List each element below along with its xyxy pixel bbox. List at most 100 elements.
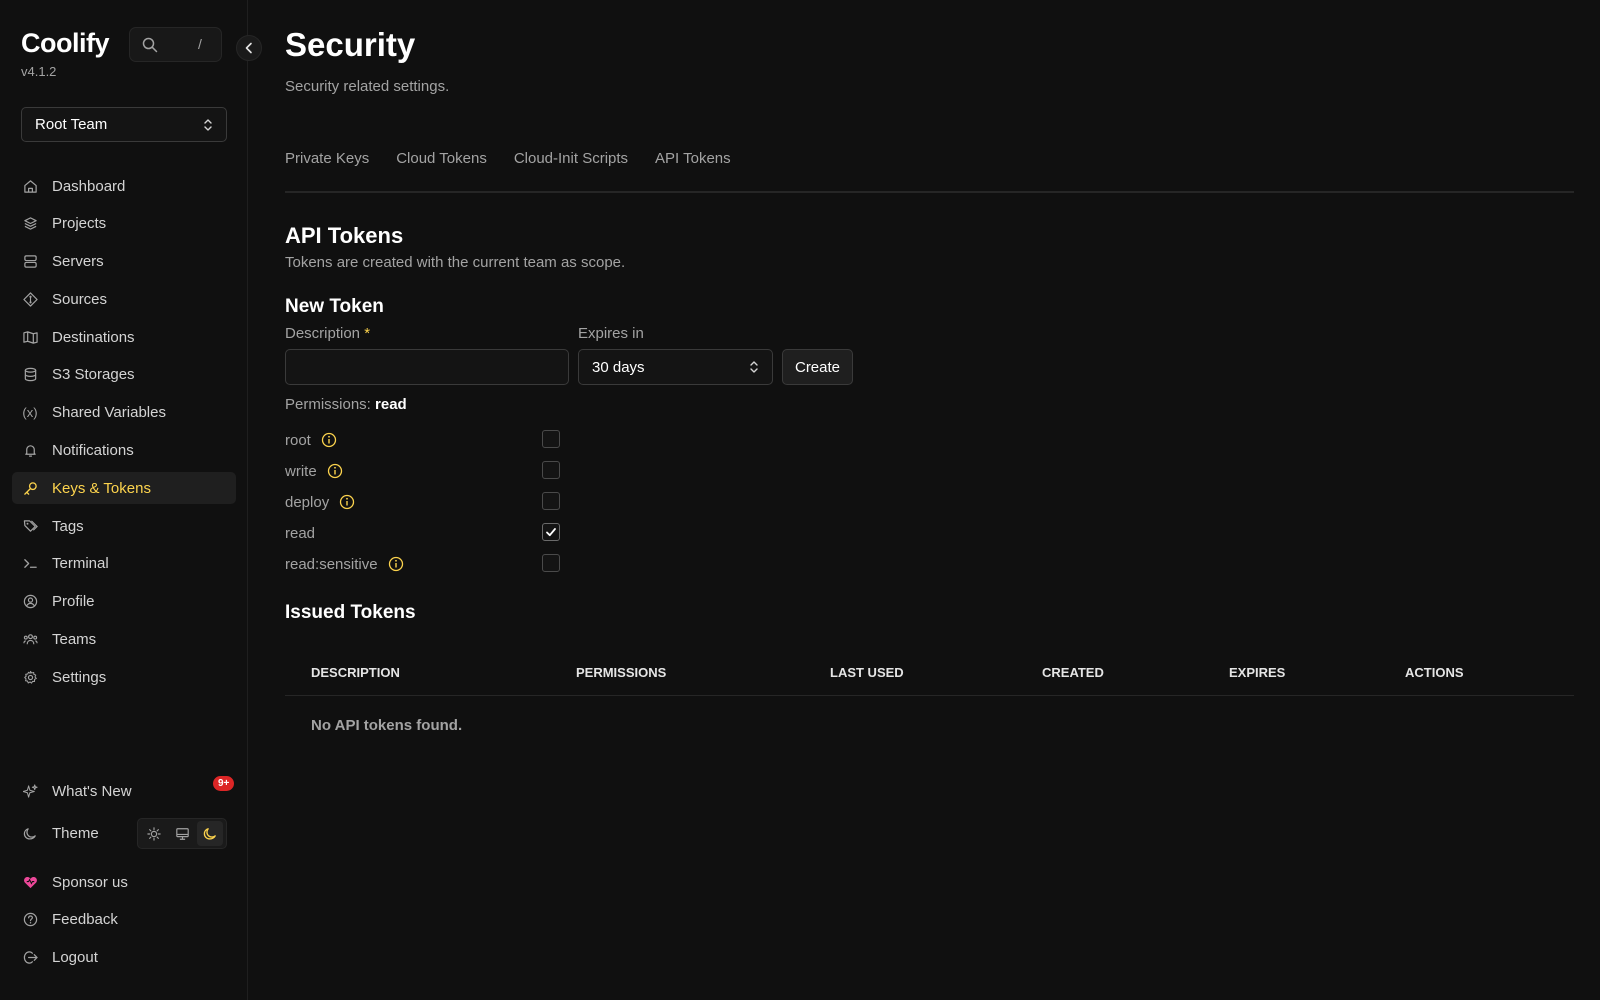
feedback-link[interactable]: Feedback <box>12 904 236 936</box>
permissions-value: read <box>375 396 407 413</box>
info-icon[interactable] <box>388 556 404 572</box>
footer-nav: Sponsor us Feedback Logout <box>12 866 236 979</box>
permission-checkbox-read-sensitive[interactable] <box>542 554 560 572</box>
user-circle-icon <box>22 594 38 610</box>
home-icon <box>22 178 38 194</box>
chevron-updown-icon <box>750 361 758 373</box>
sidebar-nav: Dashboard Projects Servers Sources Desti… <box>12 170 236 699</box>
permission-name: write <box>285 462 317 480</box>
create-token-button[interactable]: Create <box>782 349 853 385</box>
sidebar-item-projects[interactable]: Projects <box>12 208 236 240</box>
sidebar-item-label: Profile <box>52 593 95 611</box>
permission-name: root <box>285 431 311 449</box>
tags-icon <box>22 518 38 534</box>
logout-label: Logout <box>52 949 98 967</box>
permission-name: read <box>285 524 316 542</box>
sidebar-item-terminal[interactable]: Terminal <box>12 548 236 580</box>
team-select[interactable]: Root Team <box>21 107 227 142</box>
layers-icon <box>22 216 38 232</box>
tab-cloud-init-scripts[interactable]: Cloud-Init Scripts <box>514 150 628 167</box>
page-subtitle: Security related settings. <box>285 78 450 95</box>
whats-new-label: What's New <box>52 782 132 800</box>
version-label: v4.1.2 <box>21 64 57 79</box>
sidebar-item-label: Sources <box>52 290 108 308</box>
sidebar-item-dashboard[interactable]: Dashboard <box>12 170 236 202</box>
sidebar-item-teams[interactable]: Teams <box>12 624 236 656</box>
sidebar: Coolify v4.1.2 / Root Team Dashboard Pro… <box>0 0 248 1000</box>
permission-row-root: root <box>285 428 565 452</box>
expires-select-value: 30 days <box>592 358 645 376</box>
column-header: DESCRIPTION <box>311 665 400 680</box>
permission-checkbox-write[interactable] <box>542 461 560 479</box>
theme-label: Theme <box>52 824 99 842</box>
issued-tokens-title: Issued Tokens <box>285 602 416 623</box>
expires-label: Expires in <box>578 325 644 342</box>
variable-icon: (x) <box>22 405 38 421</box>
key-icon <box>22 480 38 496</box>
sidebar-item-label: Destinations <box>52 328 135 346</box>
monitor-icon <box>175 827 189 840</box>
sidebar-item-servers[interactable]: Servers <box>12 246 236 278</box>
permission-checkbox-root[interactable] <box>542 430 560 448</box>
sidebar-item-shared-variables[interactable]: (x) Shared Variables <box>12 397 236 429</box>
tabs-divider <box>285 191 1574 193</box>
sidebar-item-keys-tokens[interactable]: Keys & Tokens <box>12 472 236 505</box>
logout-link[interactable]: Logout <box>12 942 236 974</box>
sidebar-item-label: Notifications <box>52 442 134 460</box>
bell-icon <box>22 443 38 459</box>
permission-row-read: read <box>285 521 565 545</box>
brand-logo[interactable]: Coolify <box>21 28 110 59</box>
sidebar-item-label: Teams <box>52 631 97 649</box>
sponsor-link[interactable]: Sponsor us <box>12 866 236 898</box>
team-select-value: Root Team <box>35 116 108 133</box>
page-title: Security <box>285 26 416 63</box>
column-header: PERMISSIONS <box>576 665 667 680</box>
info-icon[interactable] <box>327 463 343 479</box>
search-shortcut: / <box>198 36 202 52</box>
permission-checkbox-read[interactable] <box>542 523 560 541</box>
whats-new-badge: 9+ <box>213 776 235 791</box>
column-header: ACTIONS <box>1405 665 1464 680</box>
theme-dark-button[interactable] <box>197 821 223 846</box>
expires-select[interactable]: 30 days <box>578 349 773 385</box>
sidebar-item-tags[interactable]: Tags <box>12 510 236 542</box>
sidebar-item-settings[interactable]: Settings <box>12 661 236 693</box>
sidebar-item-label: Shared Variables <box>52 404 166 422</box>
column-header: EXPIRES <box>1229 665 1286 680</box>
sidebar-item-profile[interactable]: Profile <box>12 586 236 618</box>
sidebar-item-notifications[interactable]: Notifications <box>12 435 236 467</box>
sponsor-label: Sponsor us <box>52 873 128 891</box>
moon-icon <box>22 825 38 841</box>
moon-icon <box>203 828 216 840</box>
sidebar-item-destinations[interactable]: Destinations <box>12 321 236 353</box>
users-icon <box>22 632 38 648</box>
sidebar-item-label: Keys & Tokens <box>52 479 151 497</box>
permission-row-deploy: deploy <box>285 490 565 514</box>
collapse-sidebar-button[interactable] <box>236 35 262 61</box>
sidebar-item-label: Tags <box>52 517 84 535</box>
sidebar-item-s3-storages[interactable]: S3 Storages <box>12 359 236 391</box>
sidebar-item-label: Dashboard <box>52 177 126 195</box>
sidebar-item-label: Servers <box>52 253 104 271</box>
sidebar-item-label: S3 Storages <box>52 366 135 384</box>
tab-private-keys[interactable]: Private Keys <box>285 150 369 167</box>
info-icon[interactable] <box>321 432 337 448</box>
help-circle-icon <box>22 912 38 928</box>
column-header: LAST USED <box>830 665 904 680</box>
tab-api-tokens[interactable]: API Tokens <box>655 150 731 167</box>
theme-system-button[interactable] <box>169 821 195 846</box>
main-content: Security Security related settings. Priv… <box>285 0 1574 1000</box>
new-token-title: New Token <box>285 296 384 317</box>
theme-light-button[interactable] <box>141 821 167 846</box>
description-input[interactable] <box>285 349 569 385</box>
git-icon <box>22 291 38 307</box>
tab-cloud-tokens[interactable]: Cloud Tokens <box>396 150 487 167</box>
sidebar-item-label: Terminal <box>52 555 109 573</box>
sidebar-item-sources[interactable]: Sources <box>12 283 236 315</box>
info-icon[interactable] <box>339 494 355 510</box>
search-button[interactable]: / <box>129 27 222 62</box>
whats-new-link[interactable]: What's New <box>12 775 236 807</box>
column-header: CREATED <box>1042 665 1104 680</box>
empty-state-message: No API tokens found. <box>311 717 463 734</box>
permission-checkbox-deploy[interactable] <box>542 492 560 510</box>
